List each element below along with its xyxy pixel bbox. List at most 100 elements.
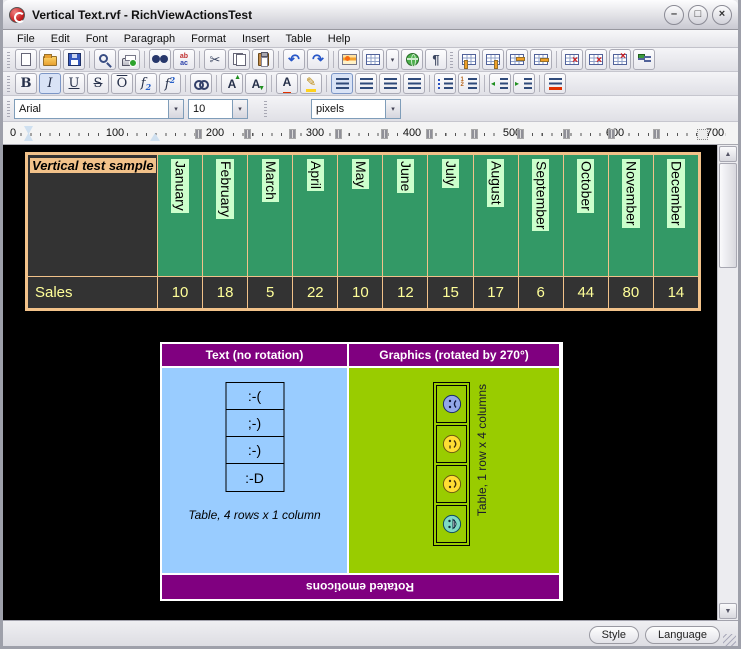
sales-value-cell[interactable]: 10 — [158, 277, 202, 308]
overline-button[interactable]: O — [111, 73, 133, 94]
font-name-combo[interactable]: Arial ▾ — [14, 99, 184, 119]
font-color-button[interactable]: A — [276, 73, 298, 94]
cut-button[interactable]: ✂ — [204, 49, 226, 70]
footer-rotated-emoticons[interactable]: Rotated emoticons — [162, 575, 559, 599]
sales-value-cell[interactable]: 6 — [519, 277, 563, 308]
sales-value-cell[interactable]: 10 — [338, 277, 382, 308]
scrollbar-thumb[interactable] — [719, 163, 737, 268]
style-button[interactable]: Style — [589, 626, 639, 644]
print-button[interactable] — [118, 49, 140, 70]
column-marker[interactable] — [471, 129, 478, 139]
subscript-button[interactable]: f2 — [135, 73, 157, 94]
delete-table-button[interactable]: × — [609, 49, 631, 70]
menu-font[interactable]: Font — [78, 32, 116, 46]
sales-value-cell[interactable]: 14 — [654, 277, 698, 308]
month-cell[interactable]: January — [158, 155, 202, 276]
sales-label-cell[interactable]: Sales — [28, 277, 157, 308]
readability-button[interactable] — [190, 73, 212, 94]
month-cell[interactable]: June — [383, 155, 427, 276]
sales-value-cell[interactable]: 22 — [293, 277, 337, 308]
replace-button[interactable]: abac — [173, 49, 195, 70]
align-left-button[interactable] — [331, 73, 353, 94]
month-cell[interactable]: April — [293, 155, 337, 276]
text-emoticon[interactable]: ;-) — [226, 410, 283, 437]
numbering-button[interactable]: 12 — [458, 73, 480, 94]
redo-button[interactable]: ↷ — [307, 49, 329, 70]
menu-help[interactable]: Help — [320, 32, 359, 46]
paste-button[interactable] — [252, 49, 274, 70]
column-marker[interactable] — [289, 129, 296, 139]
delete-columns-button[interactable]: × — [585, 49, 607, 70]
text-emoticon[interactable]: :-) — [226, 437, 283, 464]
delete-rows-button[interactable]: × — [561, 49, 583, 70]
text-emoticon[interactable]: :-D — [226, 464, 283, 491]
scroll-up-button[interactable]: ▲ — [719, 146, 737, 162]
justify-button[interactable] — [403, 73, 425, 94]
underline-button[interactable]: U — [63, 73, 85, 94]
sales-value-cell[interactable]: 44 — [564, 277, 608, 308]
align-center-button[interactable] — [355, 73, 377, 94]
graphic-emoticons-cell[interactable]: Table, 1 row x 4 columns — [349, 368, 559, 573]
month-cell[interactable]: March — [248, 155, 292, 276]
menu-format[interactable]: Format — [183, 32, 234, 46]
column-marker[interactable] — [195, 129, 202, 139]
column-marker[interactable] — [335, 129, 342, 139]
toolbar-grip[interactable] — [7, 101, 10, 117]
italic-button[interactable]: I — [39, 73, 61, 94]
month-cell[interactable]: September — [519, 155, 563, 276]
find-button[interactable] — [149, 49, 171, 70]
shrink-font-button[interactable]: A▼ — [245, 73, 267, 94]
minimize-button[interactable]: – — [664, 5, 684, 25]
save-button[interactable] — [63, 49, 85, 70]
sales-value-cell[interactable]: 15 — [428, 277, 472, 308]
new-document-button[interactable] — [15, 49, 37, 70]
superscript-button[interactable]: f2 — [159, 73, 181, 94]
show-paragraph-marks-button[interactable]: ¶ — [425, 49, 447, 70]
smiley-cell[interactable] — [436, 465, 467, 503]
column-marker[interactable] — [563, 129, 570, 139]
month-cell[interactable]: May — [338, 155, 382, 276]
column-marker[interactable] — [653, 129, 660, 139]
menu-insert[interactable]: Insert — [234, 32, 278, 46]
font-size-combo[interactable]: 10 ▾ — [188, 99, 248, 119]
units-combo[interactable]: pixels ▾ — [311, 99, 401, 119]
document-canvas[interactable]: Vertical test sample January February Ma… — [3, 145, 738, 620]
menu-paragraph[interactable]: Paragraph — [116, 32, 183, 46]
column-marker[interactable] — [608, 129, 615, 139]
strikethrough-button[interactable]: S — [87, 73, 109, 94]
open-button[interactable] — [39, 49, 61, 70]
month-cell[interactable]: December — [654, 155, 698, 276]
insert-row-below-button[interactable] — [530, 49, 552, 70]
undo-button[interactable]: ↶ — [283, 49, 305, 70]
chevron-down-icon[interactable]: ▾ — [168, 100, 183, 118]
column-marker[interactable] — [244, 129, 251, 139]
table-structure-button[interactable] — [633, 49, 655, 70]
text-emoticon[interactable]: :-( — [226, 383, 283, 410]
chevron-down-icon[interactable]: ▾ — [232, 100, 247, 118]
bullets-button[interactable] — [434, 73, 456, 94]
maximize-button[interactable]: □ — [688, 5, 708, 25]
column-marker[interactable] — [517, 129, 524, 139]
table-title-cell[interactable]: Vertical test sample — [28, 155, 157, 276]
insert-column-right-button[interactable] — [482, 49, 504, 70]
grow-font-button[interactable]: A▲ — [221, 73, 243, 94]
language-button[interactable]: Language — [645, 626, 720, 644]
month-cell[interactable]: November — [609, 155, 653, 276]
scroll-down-button[interactable]: ▼ — [719, 603, 737, 619]
print-preview-button[interactable] — [94, 49, 116, 70]
bold-button[interactable]: B — [15, 73, 37, 94]
chevron-down-icon[interactable]: ▾ — [385, 100, 400, 118]
table-end-marker[interactable] — [697, 129, 708, 140]
increase-indent-button[interactable]: ▸ — [513, 73, 535, 94]
toolbar-grip[interactable] — [7, 52, 10, 68]
sales-value-cell[interactable]: 17 — [474, 277, 518, 308]
insert-row-above-button[interactable] — [506, 49, 528, 70]
toolbar-grip[interactable] — [7, 76, 10, 92]
text-emoticons-cell[interactable]: :-( ;-) :-) :-D Table, 4 rows x 1 column — [162, 368, 347, 573]
insert-table-button[interactable] — [362, 49, 384, 70]
paragraph-color-button[interactable] — [544, 73, 566, 94]
header-text-no-rotation[interactable]: Text (no rotation) — [162, 344, 347, 366]
insert-table-dropdown[interactable]: ▾ — [386, 49, 399, 70]
smiley-cell[interactable] — [436, 425, 467, 463]
hyperlink-button[interactable] — [401, 49, 423, 70]
